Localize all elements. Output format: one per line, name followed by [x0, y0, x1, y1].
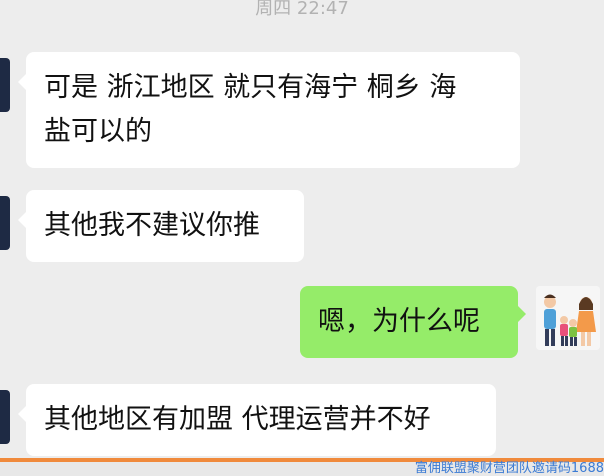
watermark-bar: 富佣联盟聚财营团队邀请码1688 — [0, 458, 604, 476]
message-bubble-outgoing[interactable]: 嗯，为什么呢 — [300, 286, 526, 358]
family-illustration — [536, 286, 600, 350]
contact-avatar-icon[interactable] — [0, 390, 10, 444]
message-bubble-incoming[interactable]: 其他我不建议你推 — [18, 190, 304, 262]
message-bubble-incoming[interactable]: 其他地区有加盟 代理运营并不好 — [18, 384, 496, 456]
chat-timestamp: 周四 22:47 — [255, 0, 349, 19]
contact-avatar-icon[interactable] — [0, 58, 10, 112]
family-avatar-icon[interactable] — [536, 286, 600, 350]
watermark-text: 富佣联盟聚财营团队邀请码1688 — [414, 461, 604, 476]
message-bubble-incoming[interactable]: 可是 浙江地区 就只有海宁 桐乡 海 盐可以的 — [18, 52, 520, 168]
contact-avatar-icon[interactable] — [0, 196, 10, 250]
